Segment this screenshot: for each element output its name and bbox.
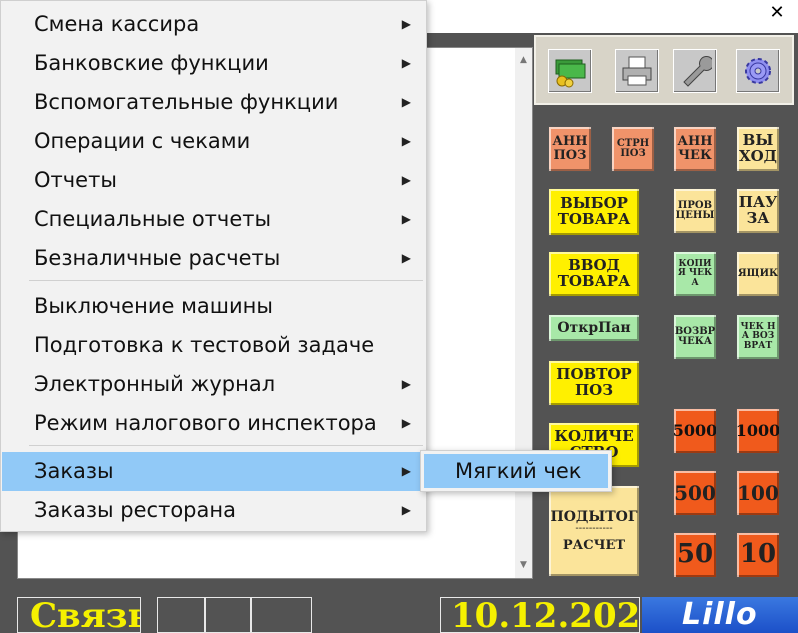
status-indicator-1 [157,597,205,633]
return-receipt-button[interactable]: ВОЗВР ЧЕКА [673,314,717,360]
menu-item-restaurant-orders[interactable]: Заказы ресторана ▶ [2,491,425,530]
menu-separator [29,280,423,281]
menu-item-label: Операции с чеками [34,129,251,153]
menu-item-auxiliary-functions[interactable]: Вспомогательные функции ▶ [2,83,425,122]
bill-5000-button[interactable]: 5000 [673,408,717,454]
orders-submenu: Мягкий чек [420,450,612,492]
cash-drawer-button[interactable]: ЯЩИК [736,251,780,297]
gear-icon [745,58,771,84]
menu-item-tax-inspector-mode[interactable]: Режим налогового инспектора ▶ [2,404,425,443]
bill-1000-button[interactable]: 1000 [736,408,780,454]
bill-50-button[interactable]: 50 [673,532,717,578]
menu-item-label: Режим налогового инспектора [34,411,377,435]
logo-text: Lillo [682,597,758,632]
repeat-item-button[interactable]: ПОВТОР ПОЗ [548,360,640,406]
tools-button[interactable] [673,49,717,93]
receipt-scrollbar[interactable]: ▲ ▼ [515,48,532,578]
bill-500-button[interactable]: 500 [673,470,717,516]
chevron-right-icon: ▶ [401,95,411,109]
pause-button[interactable]: ПАУ ЗА [736,188,780,234]
menu-item-bank-functions[interactable]: Банковские функции ▶ [2,44,425,83]
money-button[interactable] [548,49,592,93]
menu-item-label: Электронный журнал [34,372,276,396]
printer-button[interactable] [615,49,659,93]
menu-item-test-task-prep[interactable]: Подготовка к тестовой задаче [2,326,425,365]
menu-separator [29,445,423,446]
enter-item-button[interactable]: ВВОД ТОВАРА [548,251,640,297]
scroll-down-icon[interactable]: ▼ [515,557,532,574]
menu-item-special-reports[interactable]: Специальные отчеты ▶ [2,200,425,239]
exit-button[interactable]: ВЫ ХОД [736,126,780,172]
menu-item-label: Заказы [34,459,114,483]
menu-item-label: Безналичные расчеты [34,246,281,270]
strn-poz-button[interactable]: СТРН ПОЗ [611,126,655,172]
settings-button[interactable] [736,49,780,93]
menu-item-label: Отчеты [34,168,117,192]
chevron-right-icon: ▶ [401,134,411,148]
chevron-right-icon: ▶ [401,56,411,70]
menu-item-shutdown[interactable]: Выключение машины [2,287,425,326]
status-indicator-3 [251,597,312,633]
scroll-up-icon[interactable]: ▲ [515,52,532,69]
chevron-right-icon: ▶ [401,173,411,187]
context-menu: Смена кассира ▶ Банковские функции ▶ Вспом… [0,0,427,532]
subtotal-payment-button[interactable]: ПОДЫТОГ ----------- РАСЧЕТ [548,485,640,577]
ann-poz-button[interactable]: АНН ПОЗ [548,126,592,172]
wrench-icon [683,56,712,87]
bill-10-button[interactable]: 10 [736,532,780,578]
status-connection-text: Связь [30,596,140,632]
menu-item-receipt-operations[interactable]: Операции с чеками ▶ [2,122,425,161]
toolbar [534,35,794,105]
chevron-right-icon: ▶ [401,464,411,478]
menu-item-electronic-journal[interactable]: Электронный журнал ▶ [2,365,425,404]
menu-item-label: Заказы ресторана [34,498,236,522]
chevron-right-icon: ▶ [401,17,411,31]
select-item-button[interactable]: ВЫБОР ТОВАРА [548,188,640,236]
chevron-right-icon: ▶ [401,212,411,226]
menu-item-label: Банковские функции [34,51,269,75]
chevron-right-icon: ▶ [401,503,411,517]
menu-item-orders[interactable]: Заказы ▶ [2,452,425,491]
menu-item-label: Вспомогательные функции [34,90,339,114]
status-connection-box: Связь [17,596,141,633]
brand-logo: Lillo [642,597,798,633]
subtotal-dashes: ----------- [575,523,613,535]
chevron-right-icon: ▶ [401,416,411,430]
menu-item-label: Смена кассира [34,12,200,36]
ann-chek-button[interactable]: АНН ЧЕК [673,126,717,172]
menu-item-label: Выключение машины [34,294,273,318]
chevron-right-icon: ▶ [401,251,411,265]
close-icon[interactable]: ✕ [766,2,788,24]
check-price-button[interactable]: ПРОВ ЦЕНЫ [673,188,717,234]
open-panel-button[interactable]: ОткрПан [548,314,640,342]
status-date-box: 10.12.2020 [440,596,640,633]
menu-item-cashier-change[interactable]: Смена кассира ▶ [2,5,425,44]
receipt-for-return-button[interactable]: ЧЕК Н А ВОЗ ВРАТ [736,314,780,360]
submenu-item-soft-receipt[interactable]: Мягкий чек [424,454,608,488]
menu-item-label: Подготовка к тестовой задаче [34,333,375,357]
status-date-text: 10.12.2020 [451,596,639,632]
status-indicator-2 [205,597,251,633]
menu-item-reports[interactable]: Отчеты ▶ [2,161,425,200]
printer-icon [622,56,652,86]
bill-100-button[interactable]: 100 [736,470,780,516]
money-icon [555,59,586,88]
chevron-right-icon: ▶ [401,377,411,391]
copy-receipt-button[interactable]: КОПИ Я ЧЕК А [673,251,717,297]
menu-item-cashless-payments[interactable]: Безналичные расчеты ▶ [2,239,425,278]
payment-label: РАСЧЕТ [562,537,626,553]
subtotal-label: ПОДЫТОГ [550,508,638,525]
menu-item-label: Специальные отчеты [34,207,272,231]
